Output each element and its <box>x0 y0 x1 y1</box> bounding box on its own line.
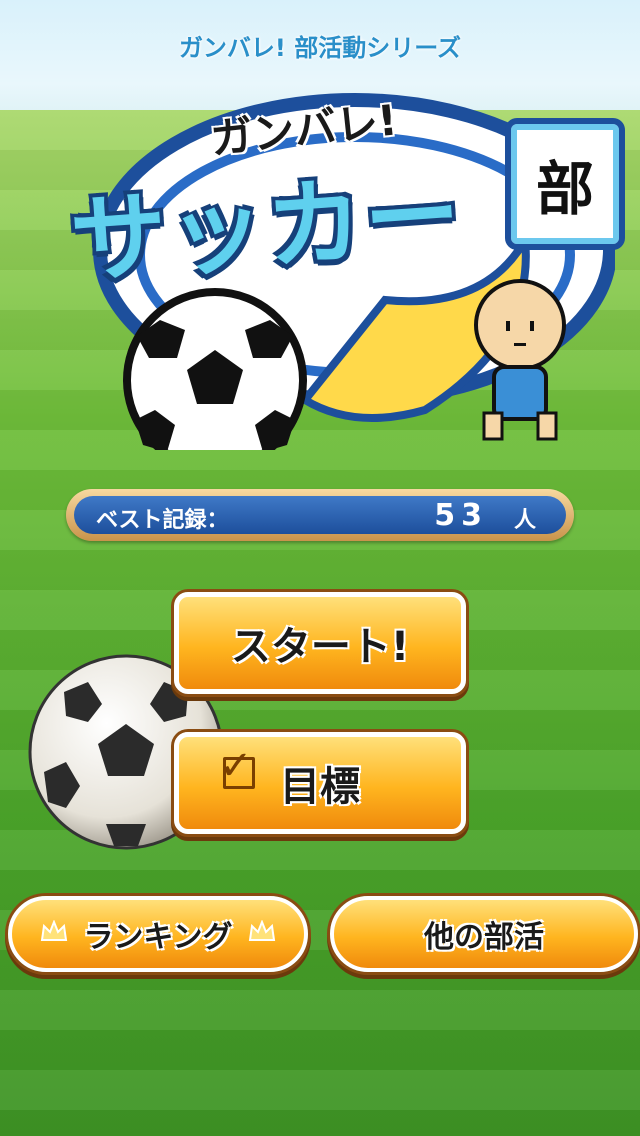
start-button[interactable]: スタート! <box>174 592 466 694</box>
title-screen: ガンバレ! 部活動シリーズ ガンバレ! サッカー 部 ベスト記録： 53 人 ス… <box>0 0 640 1136</box>
series-title: ガンバレ! 部活動シリーズ <box>178 34 462 62</box>
ranking-button[interactable]: ランキング <box>8 896 308 972</box>
goal-button[interactable]: ✓ 目標 <box>174 732 466 834</box>
ranking-button-label: ランキング <box>83 920 233 955</box>
logo-ball-icon <box>123 288 307 450</box>
checkmark-icon: ✓ <box>219 743 253 789</box>
goal-button-label: 目標 <box>280 764 360 810</box>
logo-title-main: サッカー <box>67 158 467 298</box>
crown-icon <box>40 920 68 941</box>
best-record-value: 53 <box>434 498 488 533</box>
best-record-unit: 人 <box>513 508 536 533</box>
other-clubs-button[interactable]: 他の部活 <box>330 896 638 972</box>
best-record-label: ベスト記録： <box>96 508 229 533</box>
crown-icon <box>248 920 276 941</box>
best-record-bar: ベスト記録： 53 人 <box>66 489 574 541</box>
best-record-panel: ベスト記録： 53 人 <box>74 496 566 534</box>
logo-club-badge: 部 <box>505 118 625 250</box>
